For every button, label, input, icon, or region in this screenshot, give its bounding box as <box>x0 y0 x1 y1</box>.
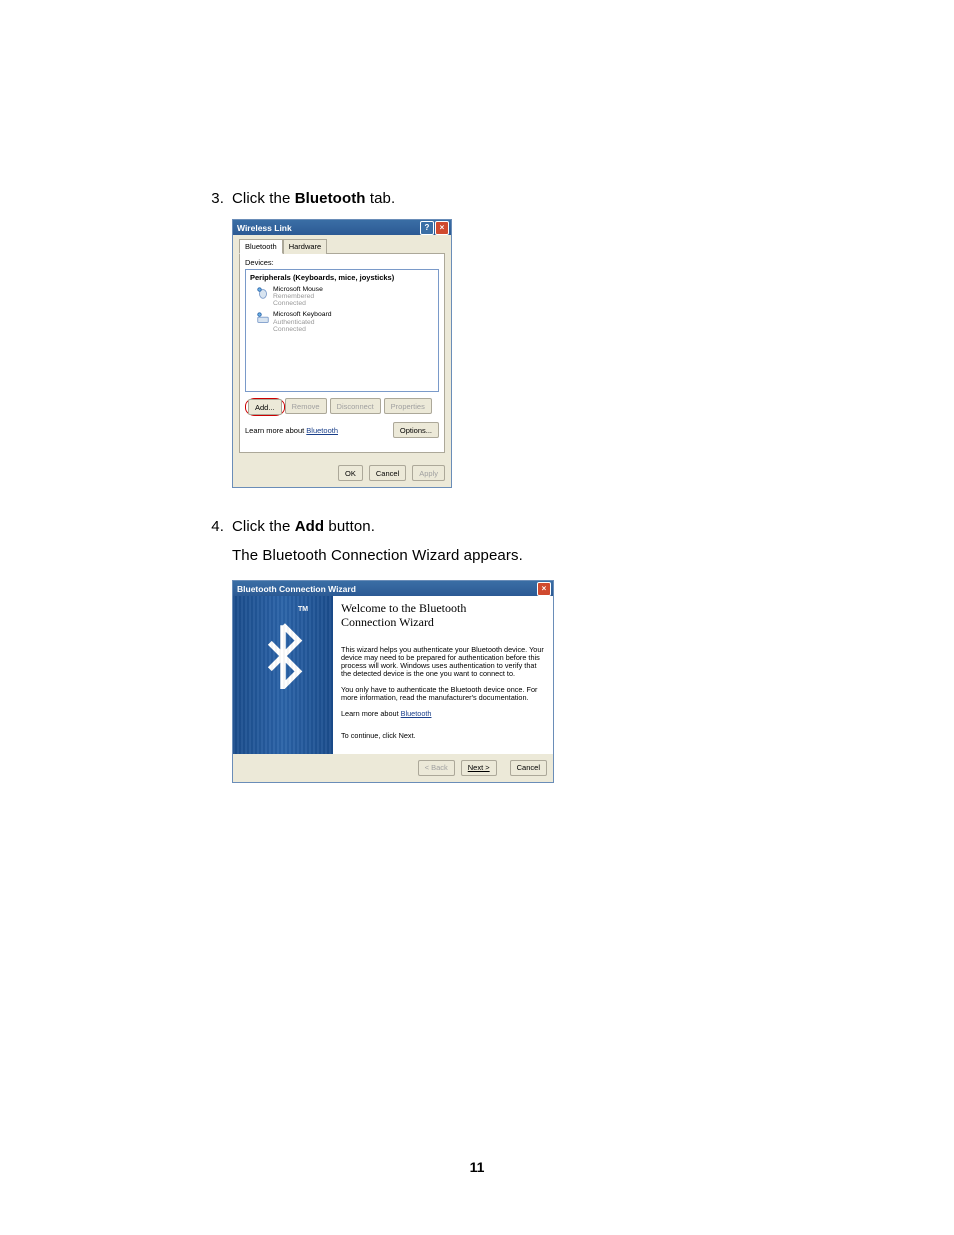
step-3: 3. Click the Bluetooth tab. <box>198 190 758 207</box>
list-item[interactable]: Microsoft Mouse Remembered Connected <box>246 284 438 309</box>
device-name: Microsoft Keyboard <box>273 311 332 318</box>
wizard-left-panel: TM <box>233 596 333 754</box>
tab-bluetooth[interactable]: Bluetooth <box>239 239 283 254</box>
mouse-icon <box>256 286 270 300</box>
wizard-footer: < Back Next > Cancel <box>233 754 553 782</box>
dialog-tabs: Bluetooth Hardware <box>239 239 445 254</box>
back-button[interactable]: < Back <box>418 760 455 776</box>
bluetooth-icon <box>256 621 310 691</box>
step-4-subtext: The Bluetooth Connection Wizard appears. <box>232 547 758 564</box>
list-item[interactable]: Microsoft Keyboard Authenticated Connect… <box>246 309 438 334</box>
help-icon[interactable]: ? <box>420 221 434 235</box>
wizard-heading: Welcome to the Bluetooth Connection Wiza… <box>341 602 545 630</box>
wizard-right-panel: Welcome to the Bluetooth Connection Wiza… <box>333 596 553 754</box>
devices-list-header: Peripherals (Keyboards, mice, joysticks) <box>246 271 438 284</box>
close-icon[interactable]: × <box>537 582 551 596</box>
step-3-number: 3. <box>198 190 224 207</box>
add-button[interactable]: Add... <box>248 399 282 415</box>
tab-content: Devices: Peripherals (Keyboards, mice, j… <box>239 253 445 453</box>
cancel-button[interactable]: Cancel <box>369 465 406 481</box>
keyboard-icon <box>256 311 270 325</box>
learn-more-text: Learn more about Bluetooth <box>245 426 338 435</box>
dialog-titlebar: Wireless Link ? × <box>233 220 451 235</box>
page-number: 11 <box>0 1159 954 1175</box>
properties-button[interactable]: Properties <box>384 398 432 414</box>
close-icon[interactable]: × <box>435 221 449 235</box>
next-button[interactable]: Next > <box>461 760 497 776</box>
ok-button[interactable]: OK <box>338 465 363 481</box>
devices-list[interactable]: Peripherals (Keyboards, mice, joysticks)… <box>245 269 439 392</box>
apply-button[interactable]: Apply <box>412 465 445 481</box>
dialog-title: Wireless Link <box>237 223 419 233</box>
tab-hardware[interactable]: Hardware <box>283 239 328 254</box>
wizard-titlebar: Bluetooth Connection Wizard × <box>233 581 553 596</box>
dialog-footer: OK Cancel Apply <box>233 459 451 487</box>
devices-label: Devices: <box>245 258 439 267</box>
bluetooth-link[interactable]: Bluetooth <box>306 426 338 435</box>
step-3-text: Click the Bluetooth tab. <box>232 190 758 207</box>
bluetooth-link[interactable]: Bluetooth <box>401 709 432 718</box>
cancel-button[interactable]: Cancel <box>510 760 547 776</box>
remove-button[interactable]: Remove <box>285 398 327 414</box>
step-4-number: 4. <box>198 518 224 535</box>
wizard-paragraph-1: This wizard helps you authenticate your … <box>341 646 545 678</box>
wizard-paragraph-2: You only have to authenticate the Blueto… <box>341 686 545 702</box>
disconnect-button[interactable]: Disconnect <box>330 398 381 414</box>
step-4-text: Click the Add button. <box>232 518 758 535</box>
step-4: 4. Click the Add button. <box>198 518 758 535</box>
connection-wizard-dialog: Bluetooth Connection Wizard × TM <box>232 580 554 783</box>
device-name: Microsoft Mouse <box>273 286 323 293</box>
device-button-row: Add... Remove Disconnect Properties <box>245 398 439 416</box>
options-button[interactable]: Options... <box>393 422 439 438</box>
wizard-continue: To continue, click Next. <box>341 732 545 740</box>
wizard-title: Bluetooth Connection Wizard <box>237 584 536 594</box>
wireless-link-dialog: Wireless Link ? × Bluetooth Hardware Dev… <box>232 219 452 488</box>
wizard-learn-more: Learn more about Bluetooth <box>341 710 545 718</box>
trademark-label: TM <box>298 606 308 613</box>
add-button-highlight: Add... <box>245 398 285 416</box>
